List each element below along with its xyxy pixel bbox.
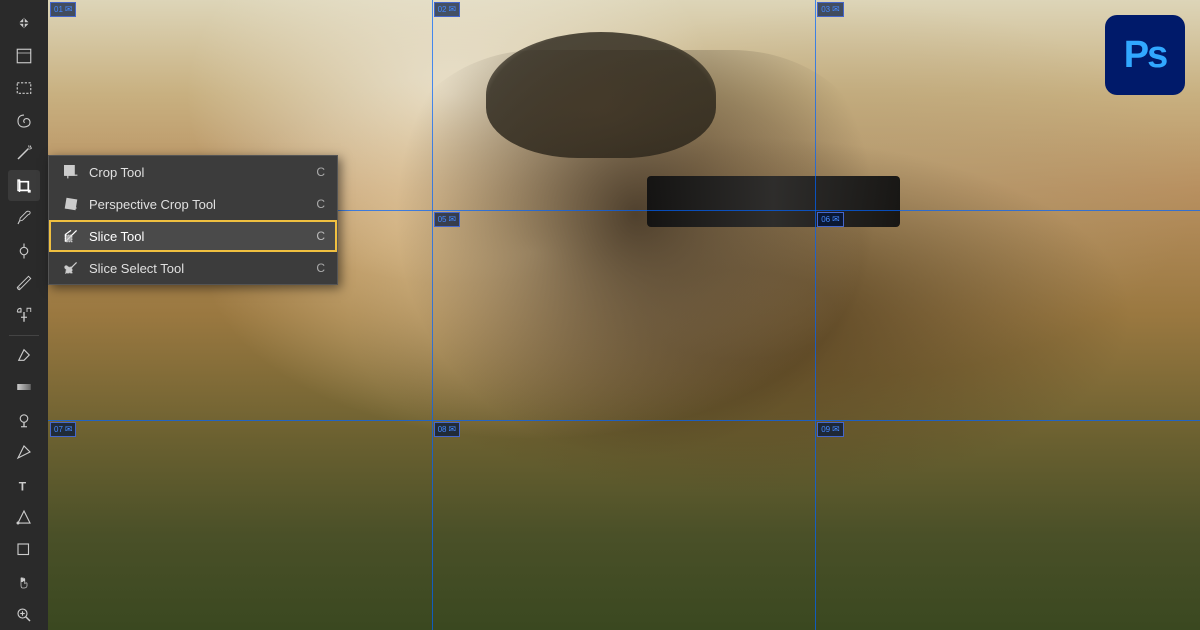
tool-eyedropper[interactable] <box>8 203 40 233</box>
perspective-crop-shortcut: C <box>316 197 325 211</box>
tool-magic-wand[interactable] <box>8 138 40 168</box>
slice-select-shortcut: C <box>316 261 325 275</box>
slice-tool-shortcut: C <box>316 229 325 243</box>
crop-icon <box>61 162 81 182</box>
tool-pen[interactable] <box>8 437 40 467</box>
tool-eraser[interactable] <box>8 340 40 370</box>
slice-select-icon <box>61 258 81 278</box>
tool-artboard[interactable] <box>8 40 40 70</box>
menu-item-slice-tool[interactable]: Slice Tool C <box>49 220 337 252</box>
menu-item-slice-select[interactable]: Slice Select Tool C <box>49 252 337 284</box>
camera-lens-area <box>647 176 900 226</box>
crop-tool-label: Crop Tool <box>89 165 308 180</box>
context-menu: Crop Tool C Perspective Crop Tool C Slic… <box>48 155 338 285</box>
tool-brush[interactable] <box>8 268 40 298</box>
tool-lasso[interactable] <box>8 105 40 135</box>
tool-hand[interactable] <box>8 567 40 597</box>
tool-shape[interactable] <box>8 534 40 564</box>
ps-logo-text: Ps <box>1124 34 1166 77</box>
slice-select-label: Slice Select Tool <box>89 261 308 276</box>
tool-gradient[interactable] <box>8 372 40 402</box>
svg-text:T: T <box>19 479 27 493</box>
tool-crop[interactable] <box>8 170 40 200</box>
toolbar-separator <box>9 335 39 336</box>
tool-zoom[interactable] <box>8 599 40 629</box>
photoshop-logo: Ps <box>1105 15 1185 95</box>
menu-item-crop-tool[interactable]: Crop Tool C <box>49 156 337 188</box>
perspective-crop-icon <box>61 194 81 214</box>
crop-tool-shortcut: C <box>316 165 325 179</box>
slice-icon <box>61 226 81 246</box>
slice-tool-label: Slice Tool <box>89 229 308 244</box>
menu-item-perspective-crop[interactable]: Perspective Crop Tool C <box>49 188 337 220</box>
hat-area <box>486 32 716 158</box>
perspective-crop-label: Perspective Crop Tool <box>89 197 308 212</box>
canvas-area: 01 ✉ 02 ✉ 03 ✉ 04 ✉ 05 ✉ 06 ✉ 07 ✉ <box>48 0 1200 630</box>
tool-move[interactable] <box>8 8 40 38</box>
tool-clone[interactable] <box>8 300 40 330</box>
left-toolbar: T <box>0 0 48 630</box>
tool-dodge[interactable] <box>8 405 40 435</box>
tool-type[interactable]: T <box>8 470 40 500</box>
tool-marquee-rect[interactable] <box>8 73 40 103</box>
tool-healing[interactable] <box>8 235 40 265</box>
tool-path-select[interactable] <box>8 502 40 532</box>
